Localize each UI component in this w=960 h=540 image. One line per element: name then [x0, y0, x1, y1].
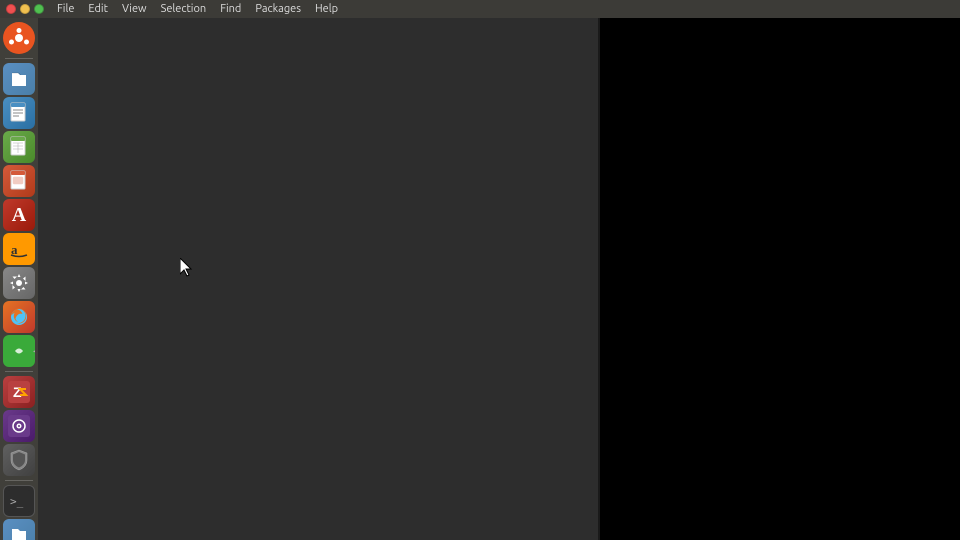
launcher-icon-calc[interactable]: [3, 131, 35, 163]
menu-packages[interactable]: Packages: [248, 0, 308, 18]
svg-text:Z: Z: [13, 384, 22, 400]
menu-view[interactable]: View: [115, 0, 154, 18]
launcher-icon-settings[interactable]: [3, 267, 35, 299]
svg-text:>_: >_: [10, 495, 24, 508]
launcher-icon-impress[interactable]: [3, 165, 35, 197]
launcher-divider-3: [5, 480, 33, 481]
launcher-icon-firefox[interactable]: [3, 301, 35, 333]
window-controls: [0, 4, 50, 14]
close-button[interactable]: [6, 4, 16, 14]
launcher-divider-2: [5, 371, 33, 372]
right-panel: [600, 18, 960, 540]
launcher-icon-security[interactable]: [3, 444, 35, 476]
launcher-icon-greenapp[interactable]: ◂: [3, 335, 35, 367]
launcher-icon-amazon[interactable]: a: [3, 233, 35, 265]
launcher-icon-files-bottom[interactable]: [3, 519, 35, 540]
menu-help[interactable]: Help: [308, 0, 345, 18]
texteditor-label: A: [12, 204, 26, 227]
launcher-icon-files[interactable]: [3, 63, 35, 95]
menu-file[interactable]: File: [50, 0, 81, 18]
menu-find[interactable]: Find: [213, 0, 248, 18]
launcher-icon-terminal[interactable]: >_: [3, 485, 35, 517]
launcher-icon-rhythmbox[interactable]: [3, 410, 35, 442]
launcher: A a ◂: [0, 18, 38, 540]
launcher-divider-1: [5, 58, 33, 59]
launcher-icon-ubuntu[interactable]: [3, 22, 35, 54]
menu-items: File Edit View Selection Find Packages H…: [50, 0, 345, 18]
menubar: File Edit View Selection Find Packages H…: [0, 0, 960, 18]
launcher-icon-texteditor[interactable]: A: [3, 199, 35, 231]
launcher-icon-filezilla[interactable]: Z: [3, 376, 35, 408]
editor-area[interactable]: [38, 18, 600, 540]
launcher-icon-writer[interactable]: [3, 97, 35, 129]
menu-selection[interactable]: Selection: [154, 0, 214, 18]
menu-edit[interactable]: Edit: [81, 0, 115, 18]
maximize-button[interactable]: [34, 4, 44, 14]
minimize-button[interactable]: [20, 4, 30, 14]
